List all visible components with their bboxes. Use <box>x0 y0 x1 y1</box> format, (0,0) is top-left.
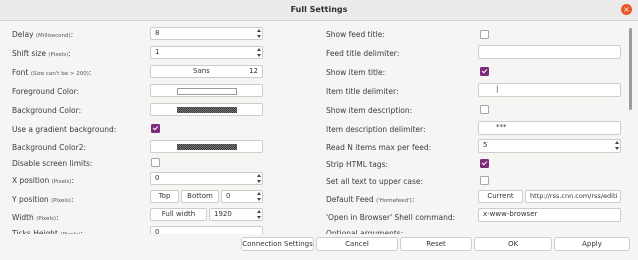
background-color-label: Background Color: <box>12 106 82 115</box>
x-position-label: X position (Pixels): <box>12 176 75 185</box>
strip-html-checkbox[interactable] <box>480 159 489 168</box>
disable-limits-checkbox[interactable] <box>151 158 160 167</box>
background-color2-button[interactable] <box>150 140 263 153</box>
gradient-checkbox[interactable] <box>151 124 160 133</box>
bottom-button[interactable]: Bottom <box>181 190 219 203</box>
read-n-items-label: Read N items max per feed: <box>326 143 432 152</box>
font-picker-button[interactable]: Sans 12 <box>150 65 263 78</box>
default-feed-label: Default Feed ('Homefeed'): <box>326 195 415 204</box>
current-feed-button[interactable]: Current <box>478 190 523 203</box>
background-color-swatch <box>177 107 237 113</box>
default-feed-url-input[interactable]: http://rss.cnn.com/rss/editi <box>525 190 621 203</box>
y-spin-arrows-icon[interactable] <box>256 191 263 202</box>
upper-case-checkbox[interactable] <box>480 176 489 185</box>
disable-limits-label: Disable screen limits: <box>12 159 93 168</box>
top-button[interactable]: Top <box>150 190 179 203</box>
read-n-spin-arrows-icon[interactable] <box>614 140 621 151</box>
x-spin-arrows-icon[interactable] <box>256 173 263 184</box>
close-icon[interactable]: × <box>621 4 632 15</box>
show-item-description-label: Show item description: <box>326 106 413 115</box>
ok-button[interactable]: OK <box>474 237 552 251</box>
show-feed-title-label: Show feed title: <box>326 30 385 39</box>
delay-label: Delay (Millisecond): <box>12 30 74 39</box>
foreground-color-label: Foreground Color: <box>12 87 80 96</box>
width-label: Width (Pixels): <box>12 213 59 222</box>
shift-spin-arrows-icon[interactable] <box>256 47 263 58</box>
font-label: Font (Size can't be > 200): <box>12 68 92 77</box>
connection-settings-button[interactable]: Connection Settings <box>241 237 314 251</box>
item-title-delimiter-label: Item title delimiter: <box>326 87 399 96</box>
reset-button[interactable]: Reset <box>400 237 472 251</box>
strip-html-label: Strip HTML tags: <box>326 160 388 169</box>
background-color2-swatch <box>177 144 237 150</box>
background-color-button[interactable] <box>150 103 263 116</box>
full-width-button[interactable]: Full width <box>150 208 207 221</box>
title-bar: Full Settings × <box>0 0 638 21</box>
y-position-label: Y position (Pixels): <box>12 195 74 204</box>
shift-size-spinbox[interactable]: 1 <box>150 46 263 59</box>
browser-command-input[interactable]: x-www-browser <box>478 208 621 222</box>
show-item-title-label: Show item title: <box>326 68 386 77</box>
shift-size-label: Shift size (Pixels): <box>12 49 71 58</box>
item-description-delimiter-label: Item description delimiter: <box>326 125 426 134</box>
upper-case-label: Set all text to upper case: <box>326 177 424 186</box>
full-settings-window: Full Settings × Delay (Millisecond): 8 S… <box>0 0 638 260</box>
width-spin-arrows-icon[interactable] <box>256 209 263 220</box>
read-n-items-spinbox[interactable]: 5 <box>478 139 621 153</box>
delay-spin-arrows-icon[interactable] <box>256 28 263 39</box>
gradient-label: Use a gradient background: <box>12 125 117 134</box>
font-name: Sans <box>193 67 210 75</box>
width-spinbox[interactable]: 1920 <box>209 208 263 221</box>
apply-button[interactable]: Apply <box>554 237 630 251</box>
item-title-delimiter-input[interactable]: | <box>478 83 621 97</box>
show-feed-title-checkbox[interactable] <box>480 30 489 39</box>
window-title: Full Settings <box>290 5 348 14</box>
delay-spinbox[interactable]: 8 <box>150 27 263 40</box>
show-item-title-checkbox[interactable] <box>480 67 489 76</box>
browser-command-label: 'Open in Browser' Shell command: <box>326 213 456 222</box>
cancel-button[interactable]: Cancel <box>316 237 398 251</box>
show-item-description-checkbox[interactable] <box>480 105 489 114</box>
item-description-delimiter-input[interactable]: *** <box>478 121 621 135</box>
feed-title-delimiter-input[interactable] <box>478 45 621 59</box>
vertical-scrollbar[interactable] <box>629 28 632 110</box>
font-size: 12 <box>249 67 258 75</box>
foreground-color-swatch <box>177 88 237 95</box>
foreground-color-button[interactable] <box>150 84 263 97</box>
x-position-spinbox[interactable]: 0 <box>150 172 263 185</box>
background-color2-label: Background Color2: <box>12 143 87 152</box>
feed-title-delimiter-label: Feed title delimiter: <box>326 49 400 58</box>
